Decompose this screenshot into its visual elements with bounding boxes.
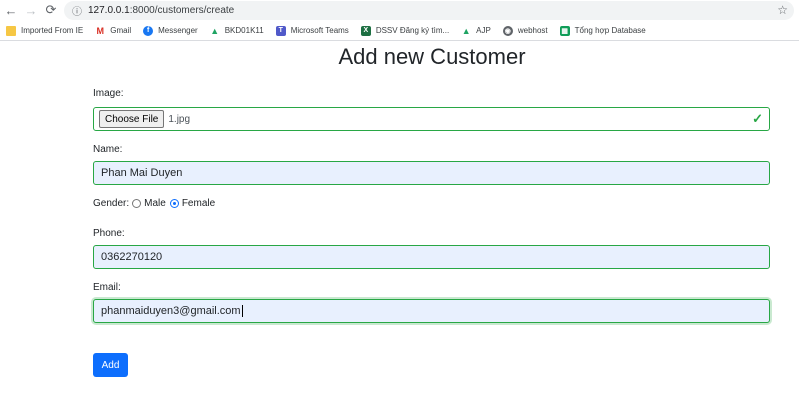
gender-female-label[interactable]: Female <box>182 198 215 209</box>
image-file-input[interactable]: Choose File 1.jpg ✓ <box>93 107 770 131</box>
file-name: 1.jpg <box>168 113 191 125</box>
bookmark-label: Gmail <box>110 26 132 35</box>
choose-file-button[interactable]: Choose File <box>99 110 165 128</box>
gender-group: Gender: Male Female <box>93 198 770 209</box>
bookmark-label: Microsoft Teams <box>290 26 349 35</box>
name-input[interactable]: Phan Mai Duyen <box>93 161 770 185</box>
bookmark-label: AJP <box>476 26 491 35</box>
url-path: :8000/customers/create <box>129 5 235 16</box>
text-caret <box>241 305 243 317</box>
phone-input[interactable]: 0362270120 <box>93 245 770 269</box>
customer-form: Image: Choose File 1.jpg ✓ Name: Phan Ma… <box>93 88 770 323</box>
bookmark-gmail[interactable]: M Gmail <box>95 25 132 36</box>
bookmark-tong-hop-database[interactable]: ▦ Tổng hợp Database <box>559 25 646 36</box>
folder-icon <box>6 25 16 36</box>
forward-icon[interactable]: → <box>21 0 41 20</box>
bookmark-bkd01k11[interactable]: ▲ BKD01K11 <box>209 25 264 36</box>
gender-male-radio[interactable] <box>132 199 142 208</box>
gmail-icon: M <box>95 25 106 36</box>
bookmark-messenger[interactable]: f Messenger <box>143 25 198 36</box>
sheets-icon: ▦ <box>559 25 570 36</box>
image-label: Image: <box>93 88 124 99</box>
email-value: phanmaiduyen3@gmail.com <box>101 305 241 317</box>
bookmark-label: BKD01K11 <box>224 26 264 35</box>
bookmark-star-icon[interactable]: ☆ <box>777 3 788 17</box>
bookmark-label: Messenger <box>158 26 198 35</box>
bookmark-label: Tổng hợp Database <box>574 26 646 35</box>
url-host: 127.0.0.1 <box>88 5 130 16</box>
add-button[interactable]: Add <box>93 353 128 377</box>
drive-icon: ▲ <box>209 25 220 36</box>
back-icon[interactable]: ← <box>1 0 21 20</box>
browser-toolbar: ← → ⟳ ⓘ 127.0.0.1:8000/customers/create … <box>0 0 799 21</box>
check-icon: ✓ <box>752 111 763 126</box>
excel-icon: X <box>360 25 371 36</box>
bookmark-label: Imported From IE <box>21 26 84 35</box>
bookmark-imported-from-ie[interactable]: Imported From IE <box>6 25 84 36</box>
bookmarks-bar: Imported From IE M Gmail f Messenger ▲ BKD0… <box>0 21 799 41</box>
teams-icon: T <box>275 25 286 36</box>
gender-label: Gender: <box>93 198 130 209</box>
email-input[interactable]: phanmaiduyen3@gmail.com <box>93 299 770 323</box>
gender-female-radio[interactable] <box>169 199 179 208</box>
email-label: Email: <box>93 282 121 293</box>
site-info-icon[interactable]: ⓘ <box>72 3 82 18</box>
name-label: Name: <box>93 144 123 155</box>
bookmark-microsoft-teams[interactable]: T Microsoft Teams <box>275 25 349 36</box>
page-title: Add new Customer <box>338 44 526 69</box>
reload-icon[interactable]: ⟳ <box>41 0 61 20</box>
globe-icon: ◉ <box>502 25 513 36</box>
bookmark-dssv[interactable]: X DSSV Đăng ký tìm... <box>360 25 450 36</box>
phone-label: Phone: <box>93 228 125 239</box>
bookmark-webhost[interactable]: ◉ webhost <box>502 25 548 36</box>
drive-icon: ▲ <box>461 25 472 36</box>
bookmark-ajp[interactable]: ▲ AJP <box>461 25 491 36</box>
address-bar[interactable]: ⓘ 127.0.0.1:8000/customers/create ☆ <box>64 1 794 20</box>
gender-male-label[interactable]: Male <box>144 198 166 209</box>
bookmark-label: webhost <box>517 26 548 35</box>
facebook-icon: f <box>143 25 154 36</box>
bookmark-label: DSSV Đăng ký tìm... <box>375 26 450 35</box>
url-text[interactable]: 127.0.0.1:8000/customers/create <box>88 5 234 16</box>
